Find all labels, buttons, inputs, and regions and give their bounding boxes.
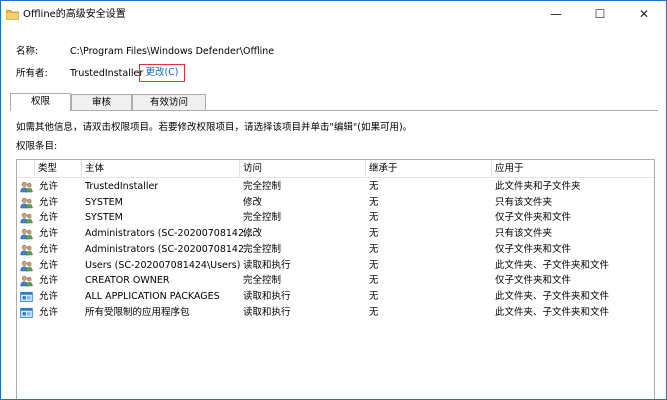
cell-principal: Administrators (SC-20200708142...	[85, 243, 254, 255]
cell-type: 允许	[39, 243, 59, 255]
column-header-applies-to[interactable]: 应用于	[492, 160, 654, 177]
cell-type: 允许	[39, 306, 59, 318]
tab-panel-border	[10, 110, 658, 111]
app-package-icon	[20, 291, 33, 303]
cell-applies-to: 仅子文件夹和文件	[495, 212, 572, 224]
instructions-text: 如需其他信息，请双击权限项目。若要修改权限项目，请选择该项目并单击"编辑"(如果…	[16, 122, 413, 133]
cell-applies-to: 仅子文件夹和文件	[495, 243, 572, 255]
cell-access: 完全控制	[243, 212, 282, 224]
app-package-icon	[20, 307, 33, 319]
cell-inherited-from: 无	[369, 306, 379, 318]
cell-inherited-from: 无	[369, 212, 379, 224]
cell-applies-to: 此文件夹、子文件夹和文件	[495, 259, 610, 271]
cell-principal: SYSTEM	[85, 212, 123, 224]
cell-type: 允许	[39, 275, 59, 287]
cell-applies-to: 只有该文件夹	[495, 228, 553, 240]
table-row[interactable]: 允许 ALL APPLICATION PACKAGES 读取和执行 无 此文件夹、子文件…	[17, 289, 654, 305]
cell-inherited-from: 无	[369, 275, 379, 287]
cell-principal: TrustedInstaller	[85, 181, 159, 192]
window-title: Offline的高级安全设置	[23, 9, 126, 20]
tab-auditing[interactable]: 审核	[71, 94, 132, 110]
maximize-button[interactable]: ☐	[578, 1, 622, 28]
column-header-principal[interactable]: 主体	[82, 160, 240, 177]
cell-principal: Users (SC-202007081424\Users)	[85, 259, 241, 271]
cell-type: 允许	[39, 212, 59, 224]
name-value: C:\Program Files\Windows Defender\Offlin…	[70, 46, 275, 57]
cell-principal: 所有受限制的应用程序包	[85, 306, 190, 318]
cell-applies-to: 此文件夹、子文件夹和文件	[495, 306, 610, 318]
tab-permissions[interactable]: 权限	[10, 93, 71, 111]
name-label: 名称:	[16, 46, 39, 57]
change-owner-button[interactable]: 更改(C)	[139, 64, 185, 82]
cell-applies-to: 只有该文件夹	[495, 196, 553, 208]
table-row[interactable]: 允许 Users (SC-202007081424\Users) 读取和执行 无 此文件…	[17, 258, 654, 274]
cell-type: 允许	[39, 181, 59, 192]
cell-inherited-from: 无	[369, 181, 379, 192]
title-bar[interactable]: Offline的高级安全设置 — ☐ ✕	[1, 1, 666, 28]
cell-applies-to: 此文件夹和子文件夹	[495, 181, 581, 192]
cell-inherited-from: 无	[369, 290, 379, 302]
cell-access: 完全控制	[243, 181, 282, 192]
permission-entries-table[interactable]: 类型 主体 访问 继承于 应用于 允许 TrustedInstaller 完全控制无…	[16, 159, 655, 399]
permission-entries-label: 权限条目:	[16, 141, 58, 152]
cell-inherited-from: 无	[369, 228, 379, 240]
cell-principal: CREATOR OWNER	[85, 275, 170, 287]
table-row[interactable]: 允许 SYSTEM 修改 无 只有该文件夹	[17, 195, 654, 211]
cell-access: 完全控制	[243, 243, 282, 255]
column-header-icon	[17, 160, 35, 177]
cell-type: 允许	[39, 259, 59, 271]
users-icon	[20, 228, 33, 240]
table-row[interactable]: 允许 TrustedInstaller 完全控制 无 此文件夹和子文件夹	[17, 179, 654, 195]
minimize-button[interactable]: —	[534, 1, 578, 28]
table-row[interactable]: 允许 Administrators (SC-20200708142... 修改 无 只有…	[17, 226, 654, 242]
cell-inherited-from: 无	[369, 243, 379, 255]
column-header-inherited-from[interactable]: 继承于	[366, 160, 492, 177]
cell-type: 允许	[39, 196, 59, 208]
cell-type: 允许	[39, 228, 59, 240]
users-icon	[20, 244, 33, 256]
cell-inherited-from: 无	[369, 196, 379, 208]
cell-access: 读取和执行	[243, 259, 291, 271]
cell-access: 修改	[243, 196, 263, 208]
cell-applies-to: 仅子文件夹和文件	[495, 275, 572, 287]
owner-label: 所有者:	[16, 68, 48, 79]
cell-access: 完全控制	[243, 275, 282, 287]
table-row[interactable]: 允许 SYSTEM 完全控制 无 仅子文件夹和文件	[17, 210, 654, 226]
cell-principal: SYSTEM	[85, 196, 123, 208]
cell-access: 读取和执行	[243, 306, 291, 318]
security-settings-window: Offline的高级安全设置 — ☐ ✕ 名称: C:\Program File…	[0, 0, 667, 400]
column-header-type[interactable]: 类型	[35, 160, 82, 177]
column-header-access[interactable]: 访问	[240, 160, 366, 177]
close-button[interactable]: ✕	[622, 1, 666, 28]
table-row[interactable]: 允许 CREATOR OWNER 完全控制 无 仅子文件夹和文件	[17, 273, 654, 289]
cell-principal: Administrators (SC-20200708142...	[85, 228, 254, 240]
users-icon	[20, 275, 33, 287]
owner-value: TrustedInstaller	[70, 68, 144, 79]
cell-access: 修改	[243, 228, 263, 240]
cell-inherited-from: 无	[369, 259, 379, 271]
users-icon	[20, 212, 33, 224]
table-row[interactable]: 允许 所有受限制的应用程序包 读取和执行 无 此文件夹、子文件夹和文件	[17, 305, 654, 321]
tab-effective-access[interactable]: 有效访问	[132, 94, 206, 110]
folder-icon	[6, 10, 19, 20]
table-row[interactable]: 允许 Administrators (SC-20200708142... 完全控制 无…	[17, 242, 654, 258]
cell-applies-to: 此文件夹、子文件夹和文件	[495, 290, 610, 302]
cell-principal: ALL APPLICATION PACKAGES	[85, 290, 220, 302]
users-icon	[20, 197, 33, 209]
cell-access: 读取和执行	[243, 290, 291, 302]
users-icon	[20, 260, 33, 272]
users-icon	[20, 181, 33, 193]
cell-type: 允许	[39, 290, 59, 302]
table-header: 类型 主体 访问 继承于 应用于	[17, 160, 654, 178]
